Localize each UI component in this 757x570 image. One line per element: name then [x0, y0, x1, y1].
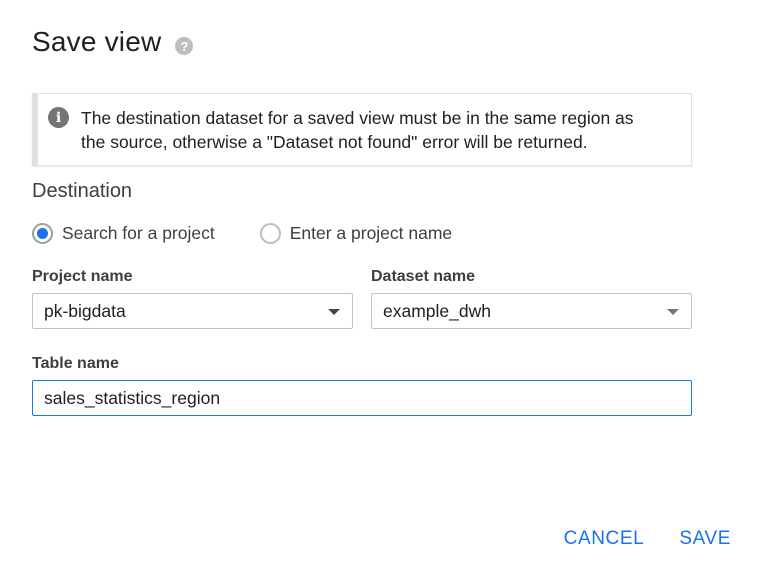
- chevron-down-icon[interactable]: [667, 309, 679, 315]
- radio-search-project[interactable]: Search for a project: [32, 223, 215, 244]
- save-button[interactable]: SAVE: [679, 526, 731, 552]
- radio-enter-project-name-label[interactable]: Enter a project name: [290, 223, 452, 244]
- dialog-actions: CANCEL SAVE: [564, 526, 731, 552]
- project-name-value: pk-bigdata: [44, 300, 126, 321]
- dataset-name-label: Dataset name: [371, 268, 476, 285]
- dataset-name-value: example_dwh: [383, 300, 491, 321]
- radio-enter-project-name[interactable]: Enter a project name: [259, 223, 452, 244]
- destination-radio-group: Search for a project Enter a project nam…: [32, 223, 452, 244]
- help-icon[interactable]: ?: [175, 37, 194, 55]
- project-name-select[interactable]: pk-bigdata: [32, 293, 353, 329]
- chevron-down-icon[interactable]: [328, 309, 340, 315]
- info-icon: i: [48, 107, 69, 128]
- cancel-button[interactable]: CANCEL: [564, 526, 645, 552]
- radio-search-project-label[interactable]: Search for a project: [62, 223, 215, 244]
- dialog-title: Save view: [32, 26, 162, 57]
- info-banner-line-2: the source, otherwise a "Dataset not fou…: [81, 132, 588, 152]
- dialog-header: Save view ?: [32, 26, 194, 58]
- info-banner-line-1: The destination dataset for a saved view…: [81, 108, 634, 128]
- table-name-input[interactable]: [32, 380, 692, 416]
- radio-button-unchecked[interactable]: [259, 223, 281, 244]
- radio-button-checked[interactable]: [32, 223, 53, 244]
- info-banner-text: The destination dataset for a saved view…: [81, 106, 634, 165]
- destination-heading: Destination: [32, 180, 133, 202]
- project-name-label: Project name: [32, 268, 133, 285]
- info-banner: i The destination dataset for a saved vi…: [32, 93, 692, 166]
- table-name-label: Table name: [32, 355, 119, 372]
- dataset-name-select[interactable]: example_dwh: [371, 293, 692, 329]
